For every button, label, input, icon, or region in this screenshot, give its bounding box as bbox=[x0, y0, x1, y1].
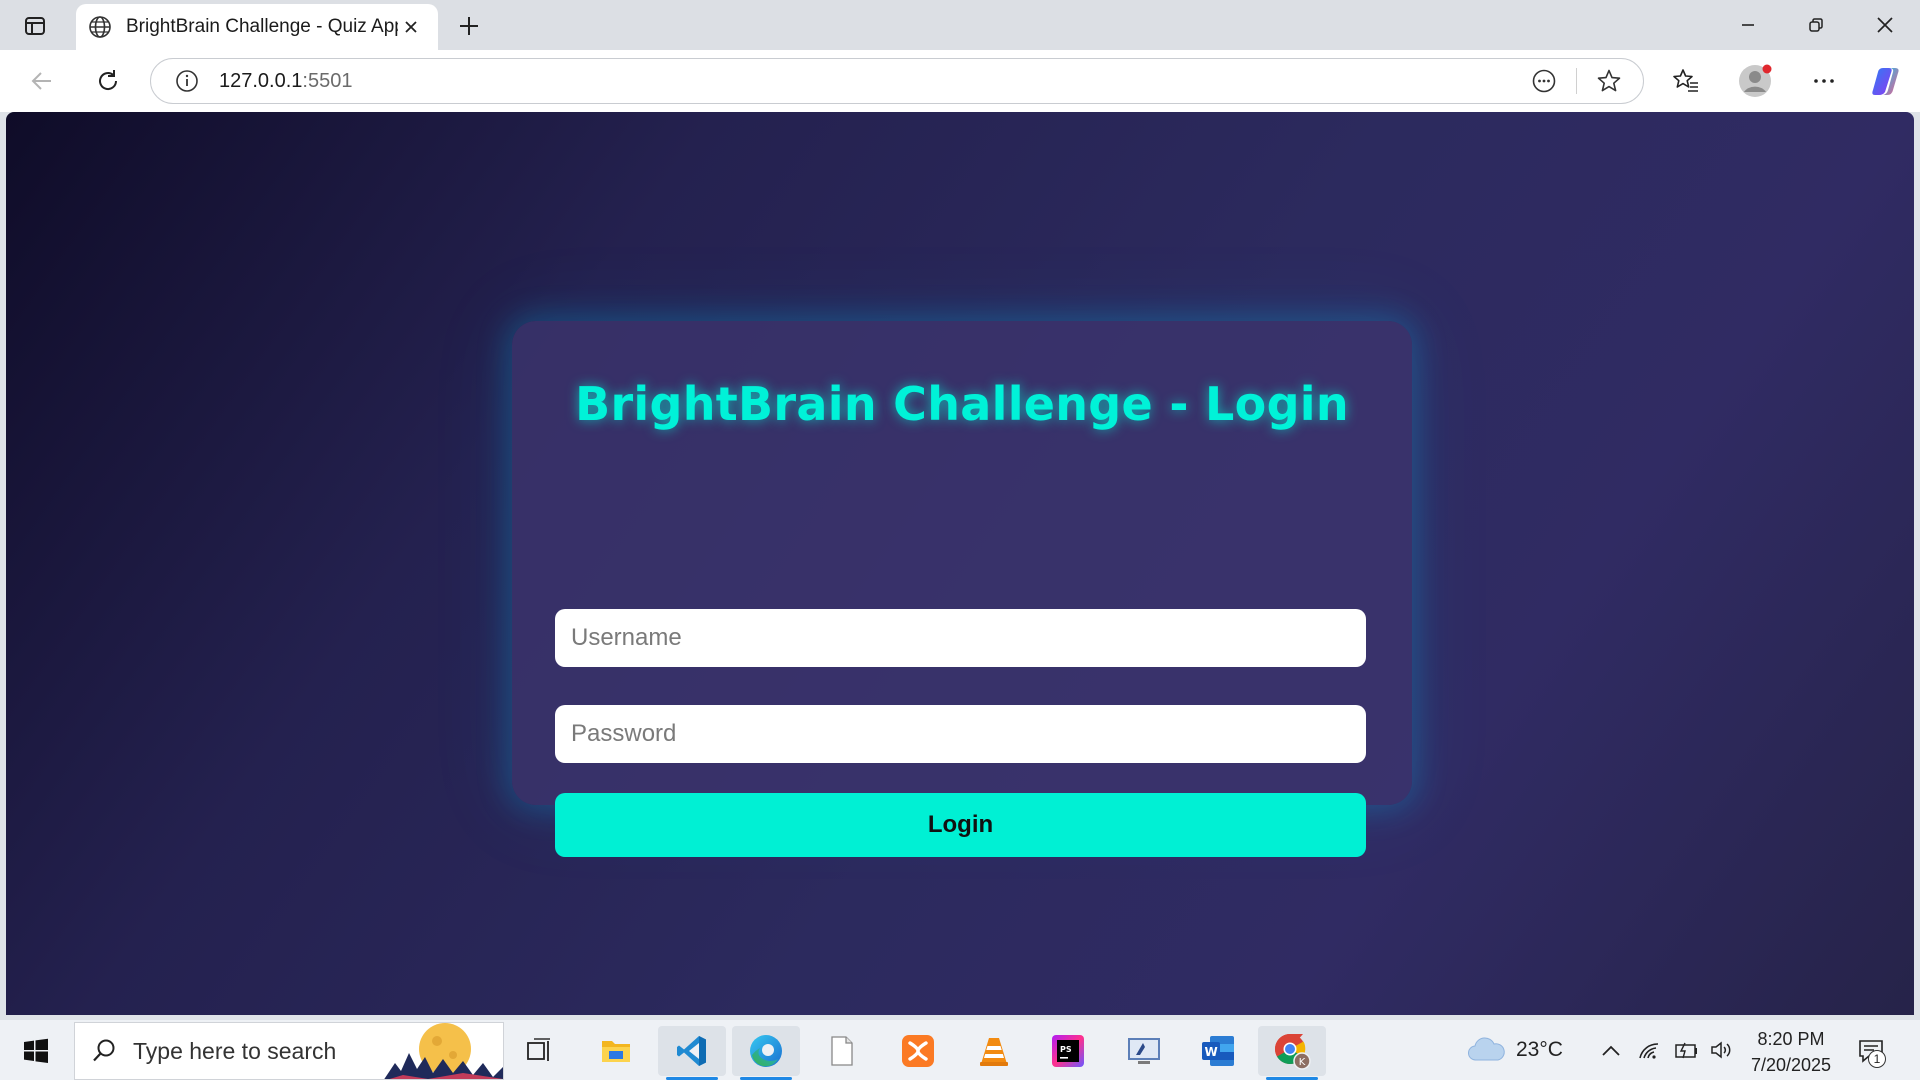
weather-widget[interactable]: 23°C bbox=[1466, 1020, 1563, 1080]
close-window-button[interactable] bbox=[1855, 6, 1915, 44]
taskbar-clock[interactable]: 8:20 PM 7/20/2025 bbox=[1736, 1026, 1846, 1078]
tab-title: BrightBrain Challenge - Quiz App bbox=[126, 16, 398, 37]
wifi-icon bbox=[1639, 1043, 1659, 1059]
browser-tab-strip: BrightBrain Challenge - Quiz App bbox=[0, 0, 1920, 50]
volume-status[interactable] bbox=[1704, 1040, 1740, 1060]
taskbar-phpstorm[interactable]: PS bbox=[1034, 1026, 1102, 1076]
tab-actions-button[interactable] bbox=[14, 10, 56, 42]
star-icon bbox=[1597, 69, 1621, 92]
taskbar-file-explorer[interactable] bbox=[582, 1026, 650, 1076]
url-text[interactable]: 127.0.0.1:5501 bbox=[219, 70, 1524, 93]
taskbar-edge[interactable] bbox=[732, 1026, 800, 1080]
page-viewport: BrightBrain Challenge - Login Login bbox=[6, 112, 1914, 1015]
info-icon[interactable] bbox=[175, 69, 199, 93]
url-port: :5501 bbox=[302, 69, 353, 92]
refresh-button[interactable] bbox=[88, 61, 128, 101]
settings-more-button[interactable] bbox=[1804, 61, 1844, 101]
tab-actions-icon bbox=[25, 17, 45, 35]
refresh-icon bbox=[99, 70, 118, 90]
url-host: 127.0.0.1 bbox=[219, 69, 303, 92]
system-tray bbox=[1596, 1020, 1740, 1080]
chevron-up-icon bbox=[1602, 1045, 1620, 1056]
notification-count-badge: 1 bbox=[1868, 1050, 1886, 1068]
minimize-button[interactable] bbox=[1718, 6, 1778, 44]
restore-icon bbox=[1809, 18, 1823, 32]
taskbar-task-view[interactable] bbox=[505, 1026, 573, 1076]
avatar-icon bbox=[1739, 64, 1772, 97]
battery-icon bbox=[1675, 1042, 1697, 1059]
taskbar-xampp[interactable] bbox=[884, 1026, 952, 1076]
edge-icon bbox=[750, 1035, 782, 1067]
notification-center-button[interactable]: 1 bbox=[1850, 1032, 1892, 1070]
tab-quiz-app[interactable]: BrightBrain Challenge - Quiz App bbox=[76, 4, 438, 50]
login-button[interactable]: Login bbox=[555, 793, 1366, 857]
svg-text:PS: PS bbox=[1060, 1045, 1072, 1054]
phpstorm-icon: PS bbox=[1052, 1035, 1084, 1067]
word-icon: W bbox=[1202, 1036, 1234, 1066]
taskbar-word[interactable]: W bbox=[1184, 1026, 1252, 1076]
username-input[interactable] bbox=[555, 609, 1366, 667]
vscode-icon bbox=[677, 1036, 706, 1066]
back-button[interactable] bbox=[22, 61, 62, 101]
clock-time: 8:20 PM bbox=[1757, 1029, 1825, 1049]
taskbar-chrome[interactable]: K bbox=[1258, 1026, 1326, 1080]
windows-logo-icon bbox=[24, 1038, 48, 1063]
favorites-icon bbox=[1673, 69, 1698, 92]
network-status[interactable] bbox=[1632, 1040, 1668, 1060]
search-icon bbox=[93, 1039, 115, 1062]
taskbar-vlc[interactable] bbox=[960, 1026, 1028, 1076]
taskbar-vscode[interactable] bbox=[658, 1026, 726, 1080]
task-view-icon bbox=[527, 1038, 550, 1061]
svg-text:W: W bbox=[1205, 1045, 1218, 1059]
start-button[interactable] bbox=[10, 1028, 62, 1074]
address-bar[interactable]: 127.0.0.1:5501 bbox=[150, 58, 1644, 104]
reading-view-button[interactable] bbox=[1524, 61, 1564, 101]
notepad-icon bbox=[831, 1036, 853, 1066]
favorites-button[interactable] bbox=[1666, 61, 1706, 101]
speaker-icon bbox=[1711, 1041, 1731, 1059]
password-input[interactable] bbox=[555, 705, 1366, 763]
more-horizontal-icon bbox=[1814, 79, 1834, 83]
windows-taskbar: Type here to search PS W K 23°C 8:20 PM … bbox=[0, 1020, 1920, 1080]
profile-button[interactable] bbox=[1735, 61, 1775, 101]
show-hidden-icons-button[interactable] bbox=[1596, 1043, 1626, 1057]
globe-icon bbox=[89, 16, 111, 38]
more-circle-icon bbox=[1532, 69, 1556, 93]
new-tab-button[interactable] bbox=[452, 10, 486, 42]
back-arrow-icon bbox=[31, 72, 51, 90]
svg-text:K: K bbox=[1299, 1057, 1306, 1068]
plus-icon bbox=[460, 17, 478, 35]
omnibox-divider bbox=[1576, 68, 1577, 94]
login-card: BrightBrain Challenge - Login Login bbox=[512, 321, 1412, 857]
favorite-button[interactable] bbox=[1589, 61, 1629, 101]
browser-toolbar: 127.0.0.1:5501 bbox=[0, 50, 1920, 112]
chrome-icon: K bbox=[1274, 1034, 1311, 1070]
search-highlight-art-icon bbox=[384, 1023, 503, 1079]
restore-button[interactable] bbox=[1786, 6, 1846, 44]
battery-status[interactable] bbox=[1668, 1041, 1704, 1059]
cloud-icon bbox=[1468, 1037, 1505, 1061]
file-explorer-icon bbox=[602, 1041, 630, 1062]
clock-date: 7/20/2025 bbox=[1750, 1055, 1832, 1075]
close-icon bbox=[1877, 17, 1893, 33]
taskbar-notepad[interactable] bbox=[808, 1026, 876, 1076]
tab-close-button[interactable] bbox=[398, 14, 424, 40]
xampp-icon bbox=[902, 1035, 934, 1067]
minimize-icon bbox=[1742, 24, 1754, 26]
copilot-icon bbox=[1872, 68, 1899, 95]
search-placeholder: Type here to search bbox=[133, 1037, 337, 1064]
page-title: BrightBrain Challenge - Login bbox=[575, 377, 1349, 431]
taskbar-search-box[interactable]: Type here to search bbox=[74, 1022, 504, 1080]
vlc-icon bbox=[980, 1038, 1008, 1066]
copilot-button[interactable] bbox=[1866, 61, 1906, 101]
taskbar-remote-desktop[interactable] bbox=[1110, 1026, 1178, 1076]
close-icon bbox=[405, 21, 417, 33]
weather-temperature: 23°C bbox=[1516, 1038, 1563, 1061]
remote-desktop-icon bbox=[1128, 1038, 1160, 1064]
